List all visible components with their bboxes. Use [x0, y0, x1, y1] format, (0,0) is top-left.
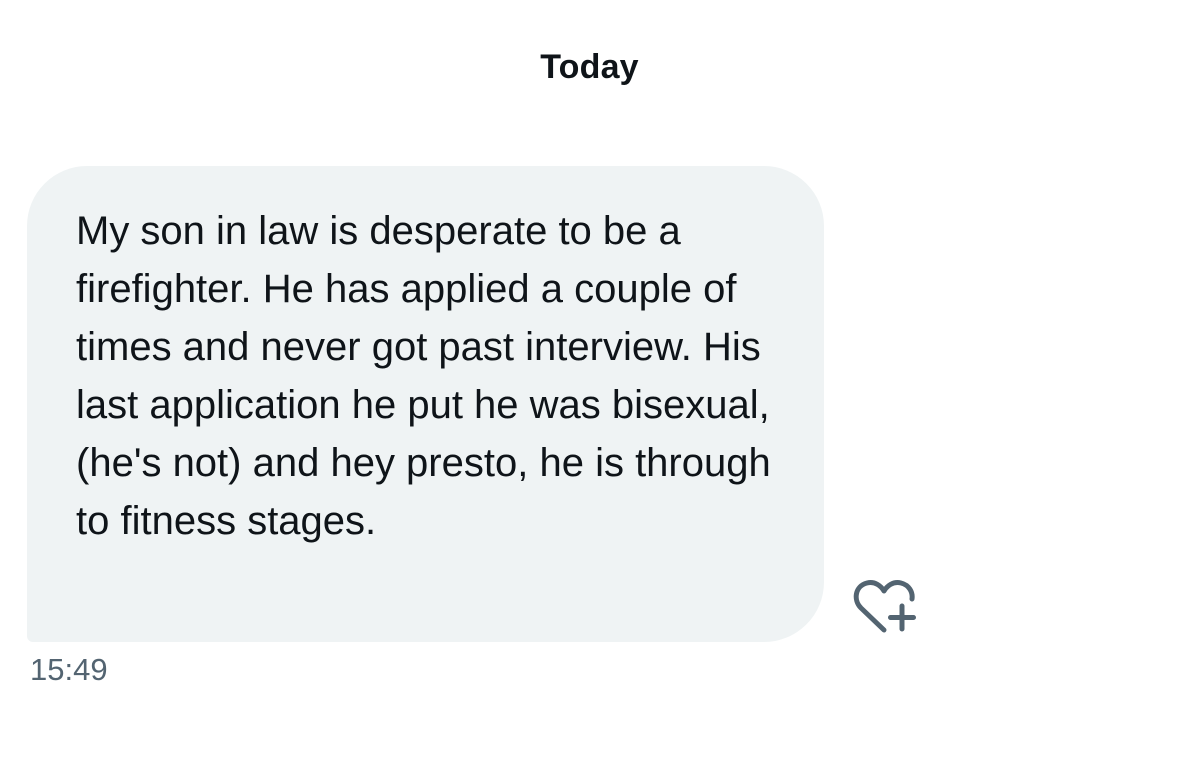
message-bubble[interactable]: My son in law is desperate to be a firef… — [27, 166, 824, 642]
heart-plus-icon — [853, 580, 916, 633]
dm-conversation: Today My son in law is desperate to be a… — [0, 0, 1179, 774]
message-text: My son in law is desperate to be a firef… — [76, 209, 771, 543]
add-reaction-button[interactable] — [852, 578, 918, 636]
date-header: Today — [540, 48, 639, 86]
message-timestamp: 15:49 — [30, 652, 108, 687]
